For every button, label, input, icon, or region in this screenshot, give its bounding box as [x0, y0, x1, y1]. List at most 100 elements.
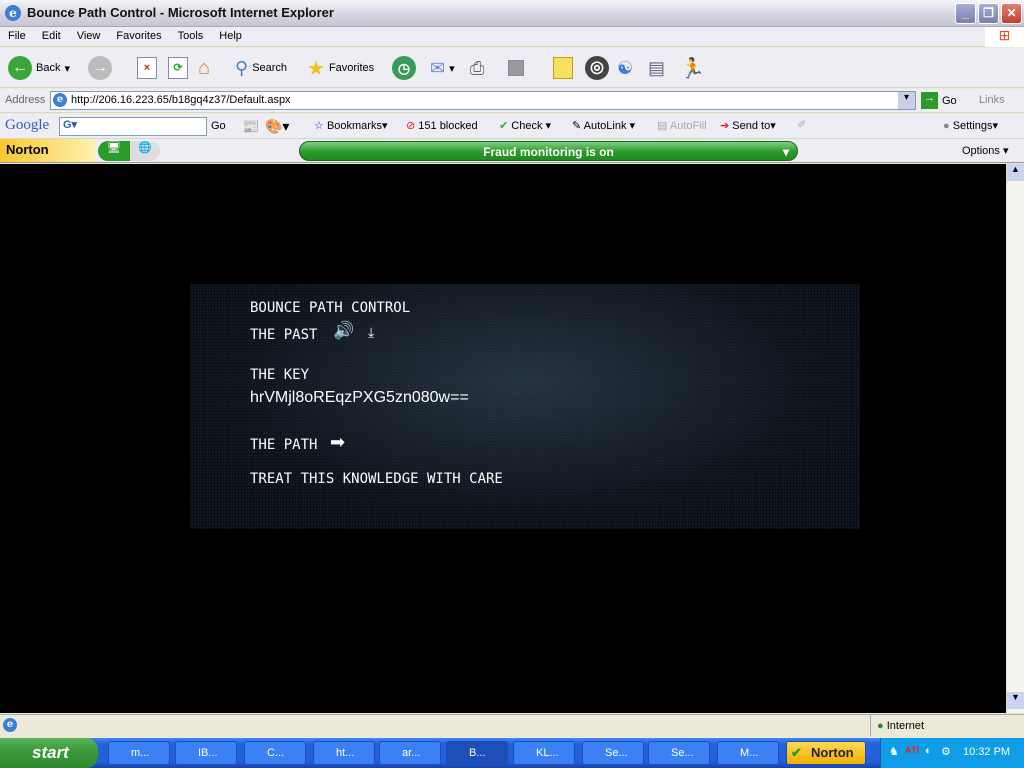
forward-button[interactable]: → [88, 56, 112, 80]
taskbar-item[interactable]: m... [108, 741, 170, 765]
start-button[interactable]: start [0, 738, 98, 768]
refresh-icon: ⟳ [168, 57, 188, 79]
address-label: Address [5, 94, 46, 106]
home-button[interactable]: ⌂ [198, 56, 210, 80]
news-icon[interactable]: 📰 [242, 118, 259, 135]
arrow-right-icon[interactable]: ➡ [330, 432, 345, 453]
menu-view[interactable]: View [69, 27, 109, 42]
settings-button[interactable]: ● Settings▾ [943, 119, 998, 132]
past-label: THE PAST [250, 327, 318, 343]
aim-button[interactable]: 🏃 [680, 56, 705, 80]
popup-icon[interactable]: 🎨▾ [265, 118, 289, 135]
ie-icon: e [5, 5, 21, 21]
aim-tray-icon[interactable]: ♞ [889, 745, 899, 758]
history-button[interactable]: ◷ [392, 56, 416, 80]
forward-arrow-icon: → [88, 56, 112, 80]
connection-tray-icon[interactable]: ⚙ [941, 745, 951, 758]
title-bar: e Bounce Path Control - Microsoft Intern… [0, 0, 1024, 27]
taskbar: start m... IB... C... ht... ar... B... K… [0, 738, 1024, 768]
check-icon: ✔ [499, 120, 509, 132]
norton-logo: Norton [0, 139, 95, 162]
research-button[interactable]: ◎ [585, 56, 609, 80]
edit-button[interactable] [508, 56, 524, 80]
page-status-icon: e [3, 718, 17, 732]
refresh-button[interactable]: ⟳ [168, 56, 188, 80]
options-button[interactable]: Options ▾ [962, 144, 1009, 157]
autolink-button[interactable]: ✎ AutoLink ▾ [572, 119, 635, 132]
network-tray-icon[interactable]: ◐ [925, 745, 932, 757]
taskbar-item[interactable]: M... [717, 741, 779, 765]
print-button[interactable]: ⎙ [470, 56, 484, 80]
path-label: THE PATH [250, 437, 318, 453]
taskbar-item[interactable]: C... [244, 741, 306, 765]
send-to-button[interactable]: ➔ Send to▾ [720, 119, 776, 132]
key-label: THE KEY [250, 367, 310, 383]
links-button[interactable]: Links [979, 94, 1005, 106]
messenger-button[interactable]: ☯ [617, 56, 633, 80]
favorites-button[interactable]: ★ Favorites [307, 56, 374, 80]
back-button[interactable]: ← Back ▾ [8, 56, 70, 80]
norton-toolbar: Norton 🖥 🌐 Fraud monitoring is on ▾ Optio… [0, 139, 1024, 163]
menu-tools[interactable]: Tools [170, 27, 212, 42]
discuss-button[interactable] [553, 56, 573, 80]
stop-button[interactable]: × [137, 56, 157, 80]
autofill-icon: ▤ [657, 120, 668, 132]
taskbar-norton[interactable]: ✔ Norton [786, 741, 866, 765]
menu-file[interactable]: File [0, 27, 34, 42]
star-outline-icon: ☆ [314, 120, 324, 132]
clock[interactable]: 10:32 PM [963, 746, 1010, 758]
restore-button[interactable]: ❐ [978, 3, 999, 24]
fraud-monitoring-status[interactable]: Fraud monitoring is on ▾ [299, 141, 798, 161]
close-button[interactable]: ✕ [1001, 3, 1022, 24]
search-button[interactable]: ⚲ Search [235, 56, 287, 80]
address-dropdown[interactable]: ▾ [898, 92, 915, 109]
bookmarks-button[interactable]: ☆ Bookmarks▾ [314, 119, 388, 132]
popup-blocker[interactable]: ⊘ 151 blocked [406, 119, 478, 132]
tools-icon: ▤ [648, 57, 666, 78]
taskbar-item[interactable]: KL... [513, 741, 575, 765]
computer-icon[interactable]: 🖥 [98, 141, 130, 161]
standard-toolbar: ← Back ▾ → × ⟳ ⌂ ⚲ Search ★ Favorites ◷ ✉ ▾ ⎙… [0, 48, 1024, 88]
google-search-input[interactable]: G▾ [59, 117, 207, 136]
printer-icon: ⎙ [470, 57, 485, 78]
taskbar-item-active[interactable]: B... [446, 741, 508, 765]
spellcheck-button[interactable]: ✔ Check ▾ [499, 119, 551, 132]
google-toolbar: Google G▾ Go 📰 🎨▾ ☆ Bookmarks▾ ⊘ 151 blo… [0, 114, 1024, 139]
note-icon [553, 57, 573, 79]
minimize-button[interactable]: _ [955, 3, 976, 24]
vertical-scrollbar[interactable]: ▲ ▼ [1006, 164, 1024, 713]
google-go-button[interactable]: Go [211, 120, 226, 132]
menu-help[interactable]: Help [211, 27, 250, 42]
taskbar-item[interactable]: Se... [582, 741, 644, 765]
dropdown-arrow-icon[interactable]: ▾ [64, 62, 70, 75]
zone-indicator: ● Internet [870, 715, 924, 736]
go-arrow-icon: → [921, 92, 938, 109]
autofill-button[interactable]: ▤ AutoFill [657, 119, 707, 132]
back-arrow-icon: ← [8, 56, 32, 80]
mail-button[interactable]: ✉ ▾ [430, 56, 455, 80]
menu-favorites[interactable]: Favorites [108, 27, 169, 42]
window-title: Bounce Path Control - Microsoft Internet… [27, 5, 334, 20]
chevron-down-icon: ▾ [782, 145, 789, 159]
go-button[interactable]: → Go [921, 92, 957, 109]
highlight-icon[interactable]: ✐ [797, 118, 806, 131]
stop-icon: × [137, 57, 157, 79]
scroll-down-button[interactable]: ▼ [1007, 692, 1024, 709]
google-g-icon: G▾ [63, 119, 78, 131]
send-icon: ➔ [720, 120, 730, 132]
settings-circle-icon: ● [943, 120, 950, 132]
search-icon: ⚲ [235, 57, 249, 78]
scroll-up-button[interactable]: ▲ [1007, 164, 1024, 181]
taskbar-item[interactable]: IB... [175, 741, 237, 765]
speaker-icon[interactable]: 🔊 [333, 321, 354, 341]
tools-button[interactable]: ▤ [648, 56, 665, 80]
address-input[interactable]: e http://206.16.223.65/b18gq4z37/Default… [50, 91, 916, 110]
ati-tray-icon[interactable]: ATI [905, 745, 919, 755]
menu-edit[interactable]: Edit [34, 27, 69, 42]
download-icon[interactable]: ⤓ [368, 324, 374, 341]
taskbar-item[interactable]: ar... [379, 741, 441, 765]
globe-icon[interactable]: 🌐 [130, 141, 160, 161]
taskbar-item[interactable]: ht... [313, 741, 375, 765]
taskbar-item[interactable]: Se... [648, 741, 710, 765]
page-content: BOUNCE PATH CONTROL THE PAST 🔊 ⤓ THE KEY… [0, 164, 1006, 713]
